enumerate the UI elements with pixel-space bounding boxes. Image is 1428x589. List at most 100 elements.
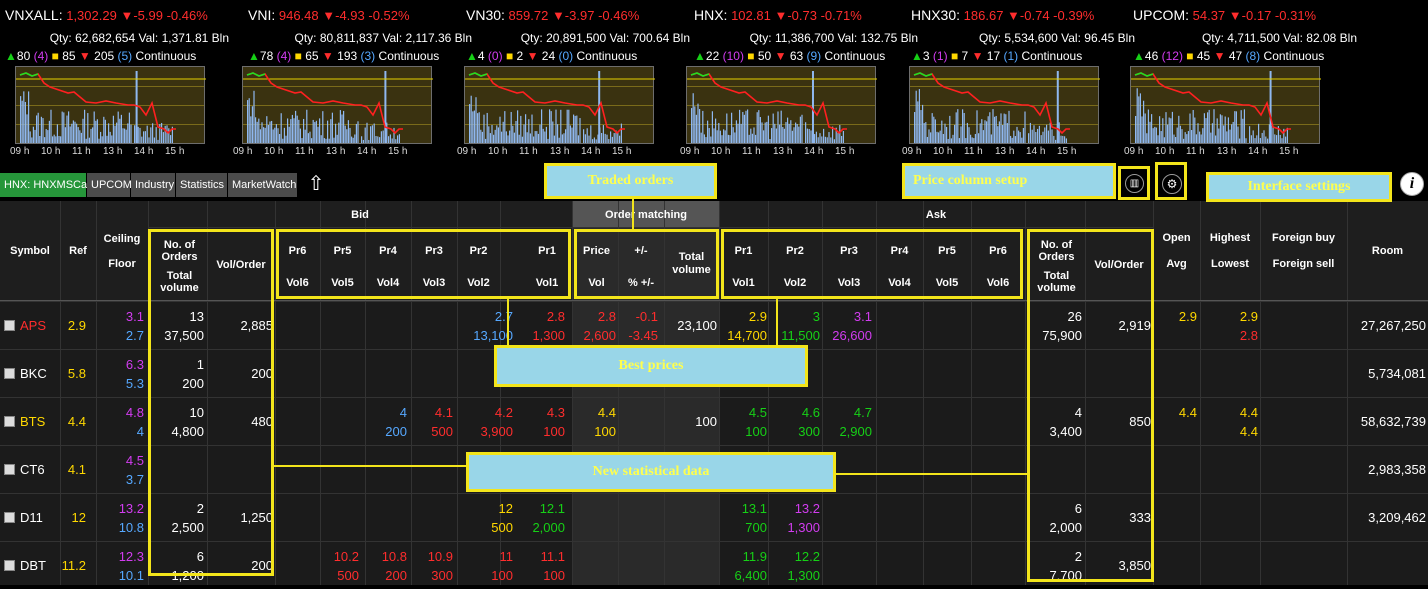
- order-matching-highlight: [574, 229, 719, 299]
- price-board: Symbol Ref Ceiling Floor Bid Order matching As…: [0, 201, 1428, 585]
- tab-upcom[interactable]: UPCOM: [87, 173, 132, 197]
- time-tick: 10 h: [933, 146, 953, 157]
- down-arrow-icon: ▼: [78, 49, 91, 63]
- intraday-mini-chart[interactable]: [1130, 66, 1321, 144]
- price-column-setup-callout: Price column setup: [902, 163, 1116, 199]
- up-arrow-icon[interactable]: ⇧: [303, 172, 329, 196]
- header-ask: Ask: [925, 209, 947, 221]
- symbol-cell[interactable]: DBT: [4, 558, 60, 573]
- time-tick: 13 h: [1217, 146, 1237, 157]
- index-summary[interactable]: UPCOM: 54.37 ▼-0.17 -0.31% Qty: 4,711,500…: [1133, 6, 1363, 65]
- tab-statistics[interactable]: Statistics: [176, 173, 228, 197]
- ceiling-price: 4.5: [125, 453, 144, 468]
- match-volume: 100: [594, 424, 616, 439]
- symbol[interactable]: D11: [20, 510, 43, 525]
- index-summary[interactable]: VNXALL: 1,302.29 ▼-5.99 -0.46% Qty: 62,68…: [5, 6, 235, 65]
- ask-volume: 100: [745, 424, 767, 439]
- ceiling-count: (12): [1161, 49, 1183, 63]
- floor-price: 10.1: [118, 568, 144, 583]
- up-arrow-icon: ▲: [248, 49, 260, 63]
- ask-stats-highlight: [1027, 229, 1154, 582]
- symbol[interactable]: BTS: [20, 414, 45, 429]
- index-percent: -0.46%: [598, 8, 640, 23]
- index-summary[interactable]: VN30: 859.72 ▼-3.97 -0.46% Qty: 20,891,50…: [466, 6, 696, 65]
- floor-count: (9): [806, 49, 822, 63]
- time-tick: 10 h: [711, 146, 731, 157]
- qty-label: Qty:: [1201, 31, 1224, 45]
- up-arrow-icon: ▲: [911, 49, 923, 63]
- row-checkbox[interactable]: [4, 560, 15, 571]
- time-tick: 13 h: [326, 146, 346, 157]
- tab-hnx-hnxmscap[interactable]: HNX: HNXMSCap: [0, 173, 93, 197]
- ref-price: 4.1: [67, 462, 86, 477]
- ref-price: 12: [71, 510, 86, 525]
- row-checkbox[interactable]: [4, 320, 15, 331]
- ask-price: 13.1: [741, 501, 767, 516]
- intraday-mini-chart[interactable]: [909, 66, 1100, 144]
- unchanged-icon: ■: [294, 49, 302, 63]
- price-column-setup-icon[interactable]: ▥: [1118, 166, 1150, 200]
- foreign-room: 2,983,358: [1368, 462, 1426, 477]
- time-tick: 11 h: [742, 146, 761, 157]
- tab-industry[interactable]: Industry: [131, 173, 176, 197]
- ask-volume: 26,600: [832, 328, 872, 343]
- symbol-cell[interactable]: BKC: [4, 366, 60, 381]
- session-status: Continuous: [378, 49, 440, 63]
- symbol-cell[interactable]: APS: [4, 318, 60, 333]
- match-price: 2.8: [597, 309, 616, 324]
- match-price: 4.4: [597, 405, 616, 420]
- down-arrow-icon: ▼: [526, 49, 539, 63]
- intraday-chart-lines: [16, 71, 206, 143]
- symbol[interactable]: CT6: [20, 462, 45, 477]
- open-price: 4.4: [1178, 405, 1197, 420]
- foreign-room: 27,267,250: [1360, 318, 1426, 333]
- row-checkbox[interactable]: [4, 416, 15, 427]
- index-change: ▼-0.17: [1228, 8, 1272, 23]
- index-name: HNX30:: [911, 7, 961, 23]
- intraday-mini-chart[interactable]: [464, 66, 655, 144]
- down-arrow-icon: ▼: [774, 49, 787, 63]
- unchanged-icon: ■: [950, 49, 959, 63]
- index-qty: 11,386,700: [774, 31, 835, 45]
- index-summary[interactable]: VNI: 946.48 ▼-4.93 -0.52% Qty: 80,811,837…: [248, 6, 478, 65]
- ref-price: 4.4: [67, 414, 86, 429]
- index-name: VN30:: [466, 7, 505, 23]
- row-checkbox[interactable]: [4, 368, 15, 379]
- header-ceiling: Ceiling: [103, 233, 141, 245]
- symbol-cell[interactable]: D11: [4, 510, 60, 525]
- index-summary[interactable]: HNX: 102.81 ▼-0.73 -0.71% Qty: 11,386,700…: [694, 6, 924, 65]
- time-tick: 14 h: [134, 146, 154, 157]
- time-tick: 13 h: [550, 146, 570, 157]
- session-status: Continuous: [576, 49, 638, 63]
- info-icon[interactable]: i: [1400, 172, 1424, 196]
- time-tick: 09 h: [457, 146, 477, 157]
- header-order-matching: Order matching: [605, 209, 687, 221]
- index-name: VNXALL:: [5, 7, 63, 23]
- index-name: VNI:: [248, 7, 276, 23]
- symbol[interactable]: DBT: [20, 558, 46, 573]
- declines-count: 47: [1228, 49, 1243, 63]
- best-prices-callout: Best prices: [494, 345, 808, 387]
- row-checkbox[interactable]: [4, 464, 15, 475]
- intraday-mini-chart[interactable]: [15, 66, 206, 144]
- traded-orders-connector: [632, 199, 634, 229]
- header-foreign-sell: Foreign sell: [1272, 258, 1335, 270]
- match-percent: -3.45: [628, 328, 658, 343]
- symbol[interactable]: BKC: [20, 366, 47, 381]
- time-tick: 11 h: [964, 146, 983, 157]
- tab-marketwatch[interactable]: MarketWatch: [228, 173, 298, 197]
- interface-settings-icon[interactable]: ⚙: [1155, 162, 1187, 200]
- symbol[interactable]: APS: [20, 318, 46, 333]
- unchanged-count: 45: [1196, 49, 1211, 63]
- index-summary[interactable]: HNX30: 186.67 ▼-0.74 -0.39% Qty: 5,534,60…: [911, 6, 1141, 65]
- header-ref: Ref: [69, 245, 87, 257]
- symbol-cell[interactable]: CT6: [4, 462, 60, 477]
- symbol-cell[interactable]: BTS: [4, 414, 60, 429]
- bid-volume: 100: [543, 568, 565, 583]
- row-checkbox[interactable]: [4, 512, 15, 523]
- intraday-mini-chart[interactable]: [686, 66, 877, 144]
- intraday-mini-chart[interactable]: [242, 66, 433, 144]
- time-tick: 11 h: [519, 146, 538, 157]
- index-value: 82.08 Bln: [1306, 31, 1357, 45]
- header-divider: [148, 227, 1153, 228]
